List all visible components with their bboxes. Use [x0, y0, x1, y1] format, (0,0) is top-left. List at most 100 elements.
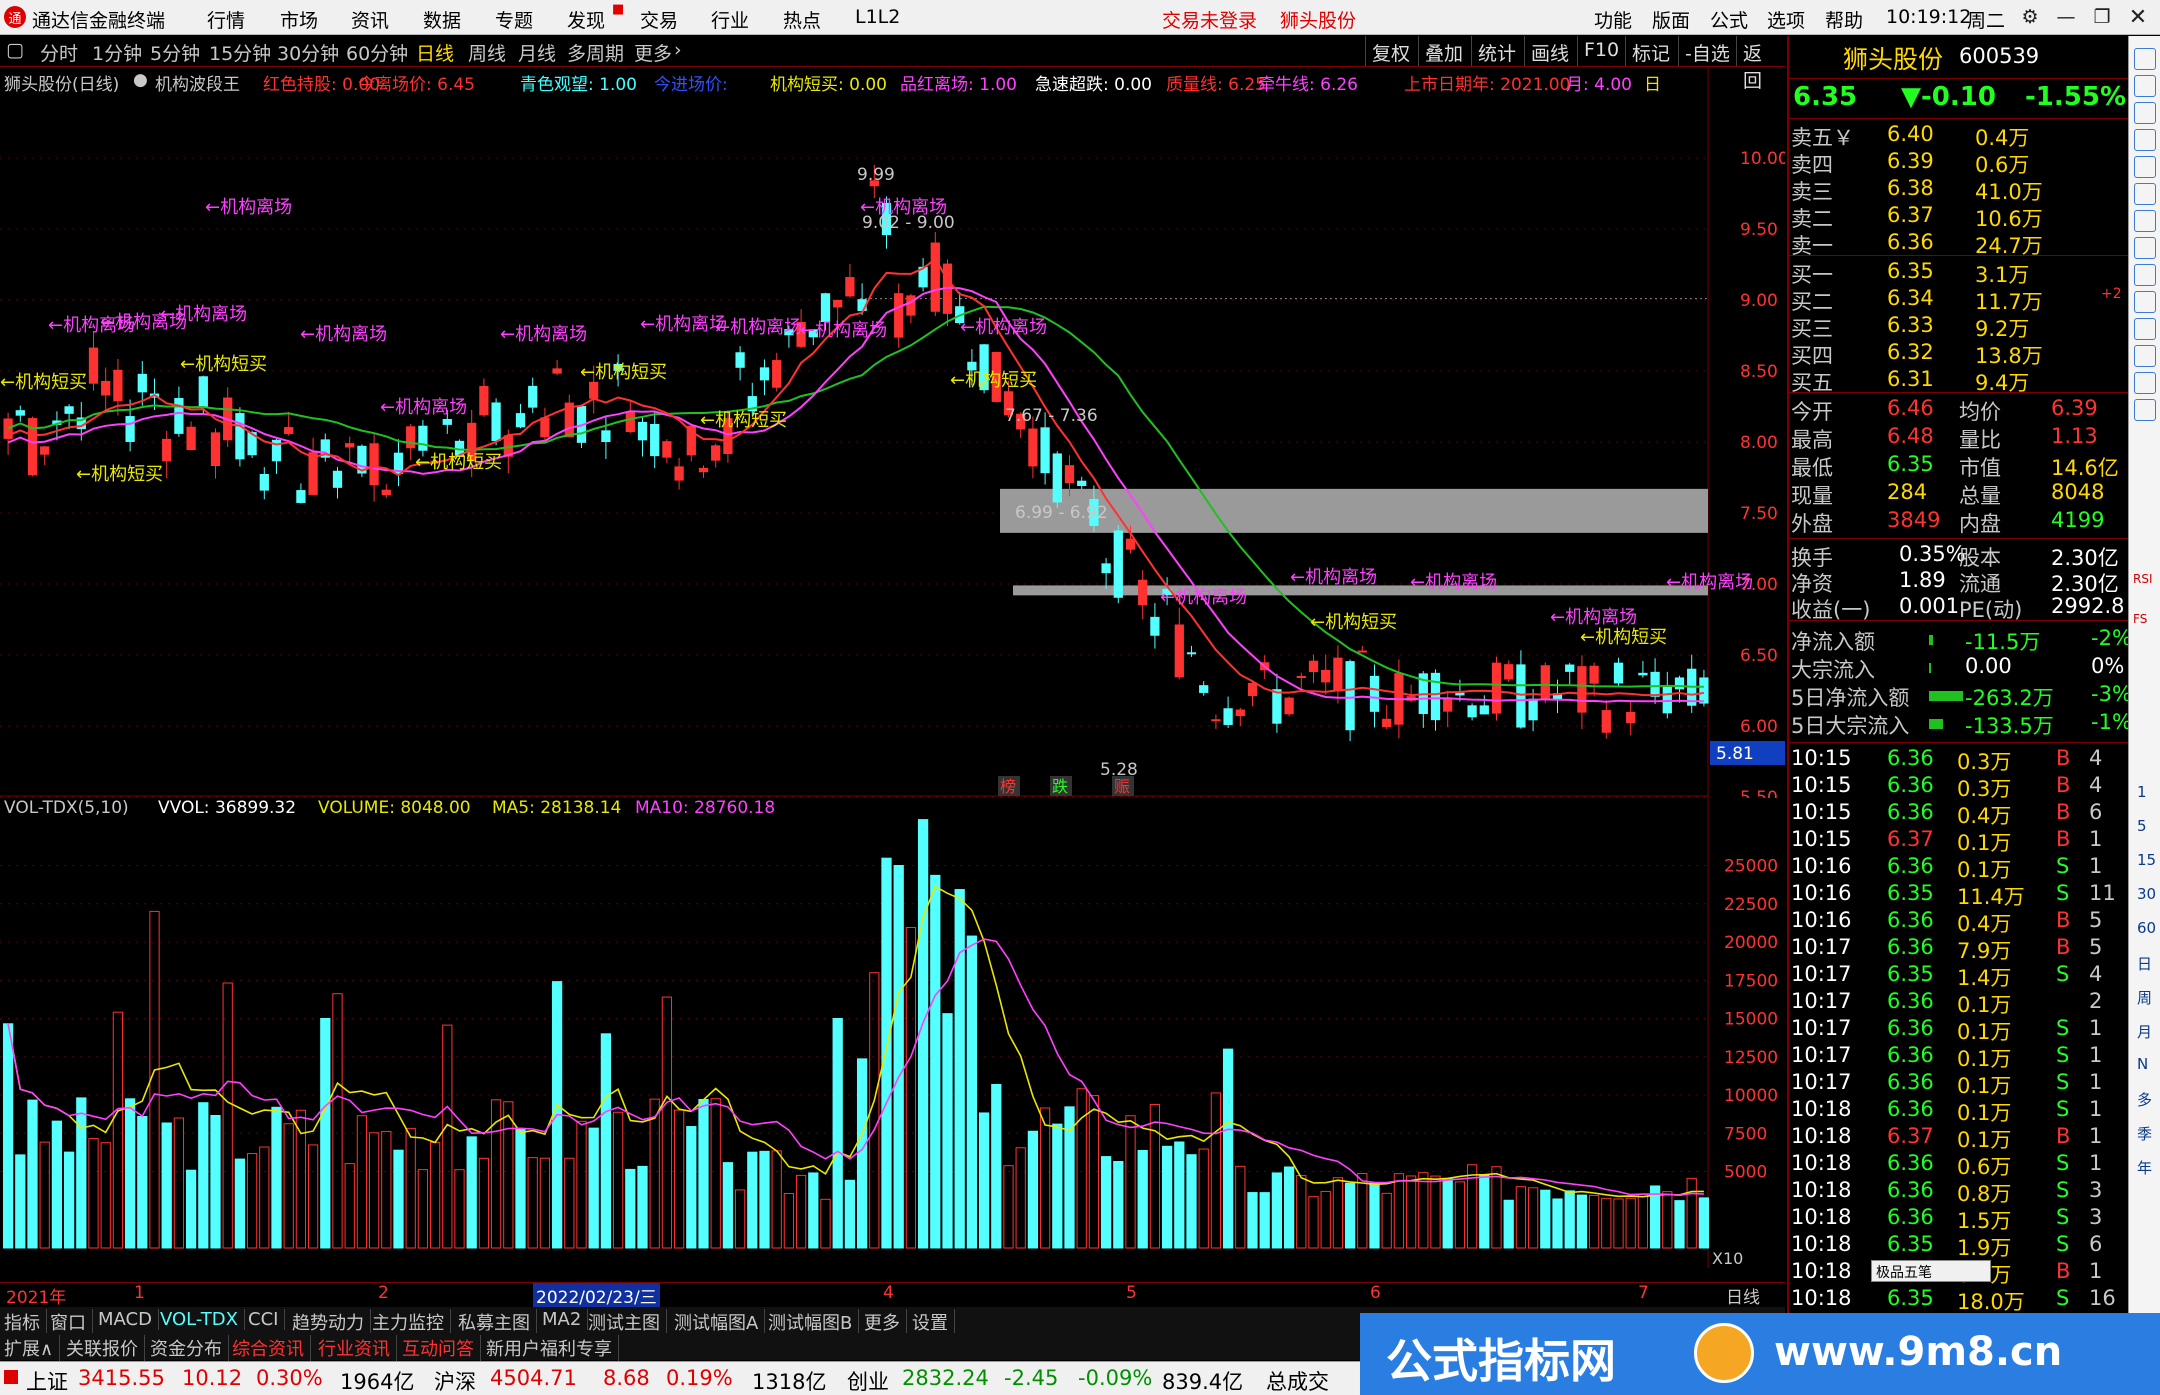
draw-button[interactable]: 画线	[1524, 36, 1575, 66]
period-daily[interactable]: 日线	[416, 39, 454, 66]
indicator-tab[interactable]: 测试幅图A	[674, 1309, 766, 1335]
quote-row[interactable]: 10:17 6.35 1.4万 S 4	[1789, 962, 2129, 990]
period-weekly[interactable]: 周线	[468, 39, 506, 66]
side-period-label[interactable]: 年	[2137, 1157, 2152, 1178]
quote-row[interactable]: 卖三 6.38 41.0万	[1789, 176, 2129, 204]
quote-row[interactable]: 净资 1.89 流通 2.30亿	[1789, 568, 2129, 596]
tool-icon[interactable]	[2134, 210, 2156, 232]
menu-function[interactable]: 功能	[1594, 6, 1632, 33]
settings-icon[interactable]: ⚙	[2012, 2, 2048, 32]
minimize-icon[interactable]: —	[2048, 2, 2084, 32]
side-period-label[interactable]: 周	[2137, 987, 2152, 1008]
quote-row[interactable]: 10:18 6.37 0.1万 B 1	[1789, 1124, 2129, 1152]
side-period-label[interactable]: 5	[2137, 817, 2147, 835]
quote-row[interactable]: 买一 6.35 3.1万	[1789, 259, 2129, 287]
menu-market[interactable]: 市场	[280, 6, 318, 33]
adjust-button[interactable]: 复权	[1365, 36, 1416, 66]
quote-row[interactable]: 10:16 6.35 11.4万 S 11	[1789, 881, 2129, 909]
tool-icon[interactable]	[2134, 318, 2156, 340]
side-tool-label[interactable]: FS	[2133, 612, 2147, 626]
tool-icon[interactable]	[2134, 48, 2156, 70]
cy-label[interactable]: 创业	[847, 1366, 889, 1395]
quote-row[interactable]: 卖一 6.36 24.7万	[1789, 230, 2129, 258]
tool-icon[interactable]	[2134, 291, 2156, 313]
sidebar-toggle-icon[interactable]: ▢	[6, 39, 24, 61]
period-1min[interactable]: 1分钟	[92, 39, 142, 66]
indicator-tab[interactable]: 趋势动力	[292, 1309, 371, 1335]
quote-row[interactable]: 外盘 3849 内盘 4199	[1789, 508, 2129, 536]
quote-row[interactable]: 收益(一) 0.001 PE(动) 2992.8	[1789, 594, 2129, 622]
indicator-tab[interactable]: 测试主图	[588, 1309, 667, 1335]
menu-topics[interactable]: 专题	[495, 6, 533, 33]
period-more[interactable]: 更多	[634, 39, 672, 66]
overlay-button[interactable]: 叠加	[1418, 36, 1469, 66]
period-multi[interactable]: 多周期	[567, 39, 624, 66]
quote-row[interactable]: 卖五￥ 6.40 0.4万	[1789, 122, 2129, 150]
menu-trade[interactable]: 交易	[640, 6, 678, 33]
hs-label[interactable]: 沪深	[434, 1366, 476, 1395]
quote-row[interactable]: 10:16 6.36 0.4万 B 5	[1789, 908, 2129, 936]
quote-row[interactable]: 10:18 6.36 0.1万 S 1	[1789, 1097, 2129, 1125]
side-period-label[interactable]: 日	[2137, 953, 2152, 974]
quote-row[interactable]: 10:17 6.36 0.1万 2	[1789, 989, 2129, 1017]
quote-row[interactable]: 10:18 6.36 1.5万 S 3	[1789, 1205, 2129, 1233]
info-tab[interactable]: 行业资讯	[318, 1335, 397, 1361]
quote-row[interactable]: 大宗流入 0.00 0%	[1789, 654, 2129, 682]
indicator-tab[interactable]: 私募主图	[458, 1309, 537, 1335]
side-period-label[interactable]: 多	[2137, 1089, 2152, 1110]
period-intraday[interactable]: 分时	[40, 39, 78, 66]
login-status[interactable]: 交易未登录	[1162, 6, 1257, 33]
chart-area[interactable]: 狮头股份(日线) ● 机构波段王 红色持股: 0.00 今离场价: 6.45 青色观…	[0, 68, 1785, 1308]
quote-row[interactable]: 10:18 6.36 0.8万 S 3	[1789, 1178, 2129, 1206]
quote-row[interactable]: 卖二 6.37 10.6万	[1789, 203, 2129, 231]
quote-row[interactable]: 最低 6.35 市值 14.6亿	[1789, 452, 2129, 480]
indicator-tab[interactable]: 测试幅图B	[768, 1309, 860, 1335]
quote-row[interactable]: 10:15 6.36 0.3万 B 4	[1789, 773, 2129, 801]
info-tab[interactable]: 综合资讯	[232, 1335, 311, 1361]
quote-row[interactable]: 卖四 6.39 0.6万	[1789, 149, 2129, 177]
tool-icon[interactable]	[2134, 129, 2156, 151]
tool-icon[interactable]	[2134, 372, 2156, 394]
quote-row[interactable]: 5日净流入额 -263.2万 -3%	[1789, 682, 2132, 710]
tool-icon[interactable]	[2134, 156, 2156, 178]
tick-popup[interactable]: 极品五笔	[1871, 1260, 1991, 1282]
menu-layout[interactable]: 版面	[1652, 6, 1690, 33]
indicator-tab[interactable]: 窗口	[50, 1309, 93, 1335]
quote-row[interactable]: 10:16 6.36 0.1万 S 1	[1789, 854, 2129, 882]
side-period-label[interactable]: 60	[2137, 919, 2156, 937]
quote-row[interactable]: 现量 284 总量 8048	[1789, 480, 2129, 508]
tool-icon[interactable]	[2134, 102, 2156, 124]
side-tool-label[interactable]: RSI	[2133, 572, 2153, 586]
menu-news[interactable]: 资讯	[351, 6, 389, 33]
menu-industry[interactable]: 行业	[711, 6, 749, 33]
quote-row[interactable]: 10:17 6.36 0.1万 S 1	[1789, 1070, 2129, 1098]
quote-row[interactable]: 买二 6.34 11.7万 +2	[1789, 286, 2129, 314]
quote-row[interactable]: 10:18 6.35 1.9万 S 6	[1789, 1232, 2129, 1260]
tool-icon[interactable]	[2134, 237, 2156, 259]
quote-row[interactable]: 10:15 6.36 0.4万 B 6	[1789, 800, 2129, 828]
info-tab[interactable]: 互动问答	[402, 1335, 481, 1361]
menu-data[interactable]: 数据	[423, 6, 461, 33]
info-tab[interactable]: 关联报价	[66, 1335, 145, 1361]
mark-button[interactable]: 标记	[1625, 36, 1676, 66]
side-period-label[interactable]: 30	[2137, 885, 2156, 903]
indicator-tab[interactable]: VOL-TDX	[160, 1309, 245, 1330]
period-15min[interactable]: 15分钟	[209, 39, 271, 66]
indicator-tab[interactable]: 指标	[4, 1309, 47, 1335]
tool-icon[interactable]	[2134, 264, 2156, 286]
quote-row[interactable]: 最高 6.48 量比 1.13	[1789, 424, 2129, 452]
menu-options[interactable]: 选项	[1767, 6, 1805, 33]
quote-row[interactable]: 10:18 6.35 18.0万 S 16	[1789, 1286, 2129, 1314]
tool-icon[interactable]	[2134, 183, 2156, 205]
info-tab[interactable]: 新用户福利专享	[486, 1335, 619, 1361]
quote-row[interactable]: 10:17 6.36 7.9万 B 5	[1789, 935, 2129, 963]
menu-hotspot[interactable]: 热点	[783, 6, 821, 33]
side-period-label[interactable]: 1	[2137, 783, 2147, 801]
quote-row[interactable]: 5日大宗流入 -133.5万 -1%	[1789, 710, 2132, 738]
quote-row[interactable]: 10:15 6.36 0.3万 B 4	[1789, 746, 2129, 774]
total-volume-label[interactable]: 总成交	[1266, 1366, 1329, 1395]
quote-row[interactable]: 10:18 6.36 0.6万 S 1	[1789, 1151, 2129, 1179]
tool-icon[interactable]	[2134, 345, 2156, 367]
price-chart[interactable]: 10.009.509.008.508.007.507.006.506.005.5…	[0, 68, 1785, 798]
period-5min[interactable]: 5分钟	[150, 39, 200, 66]
